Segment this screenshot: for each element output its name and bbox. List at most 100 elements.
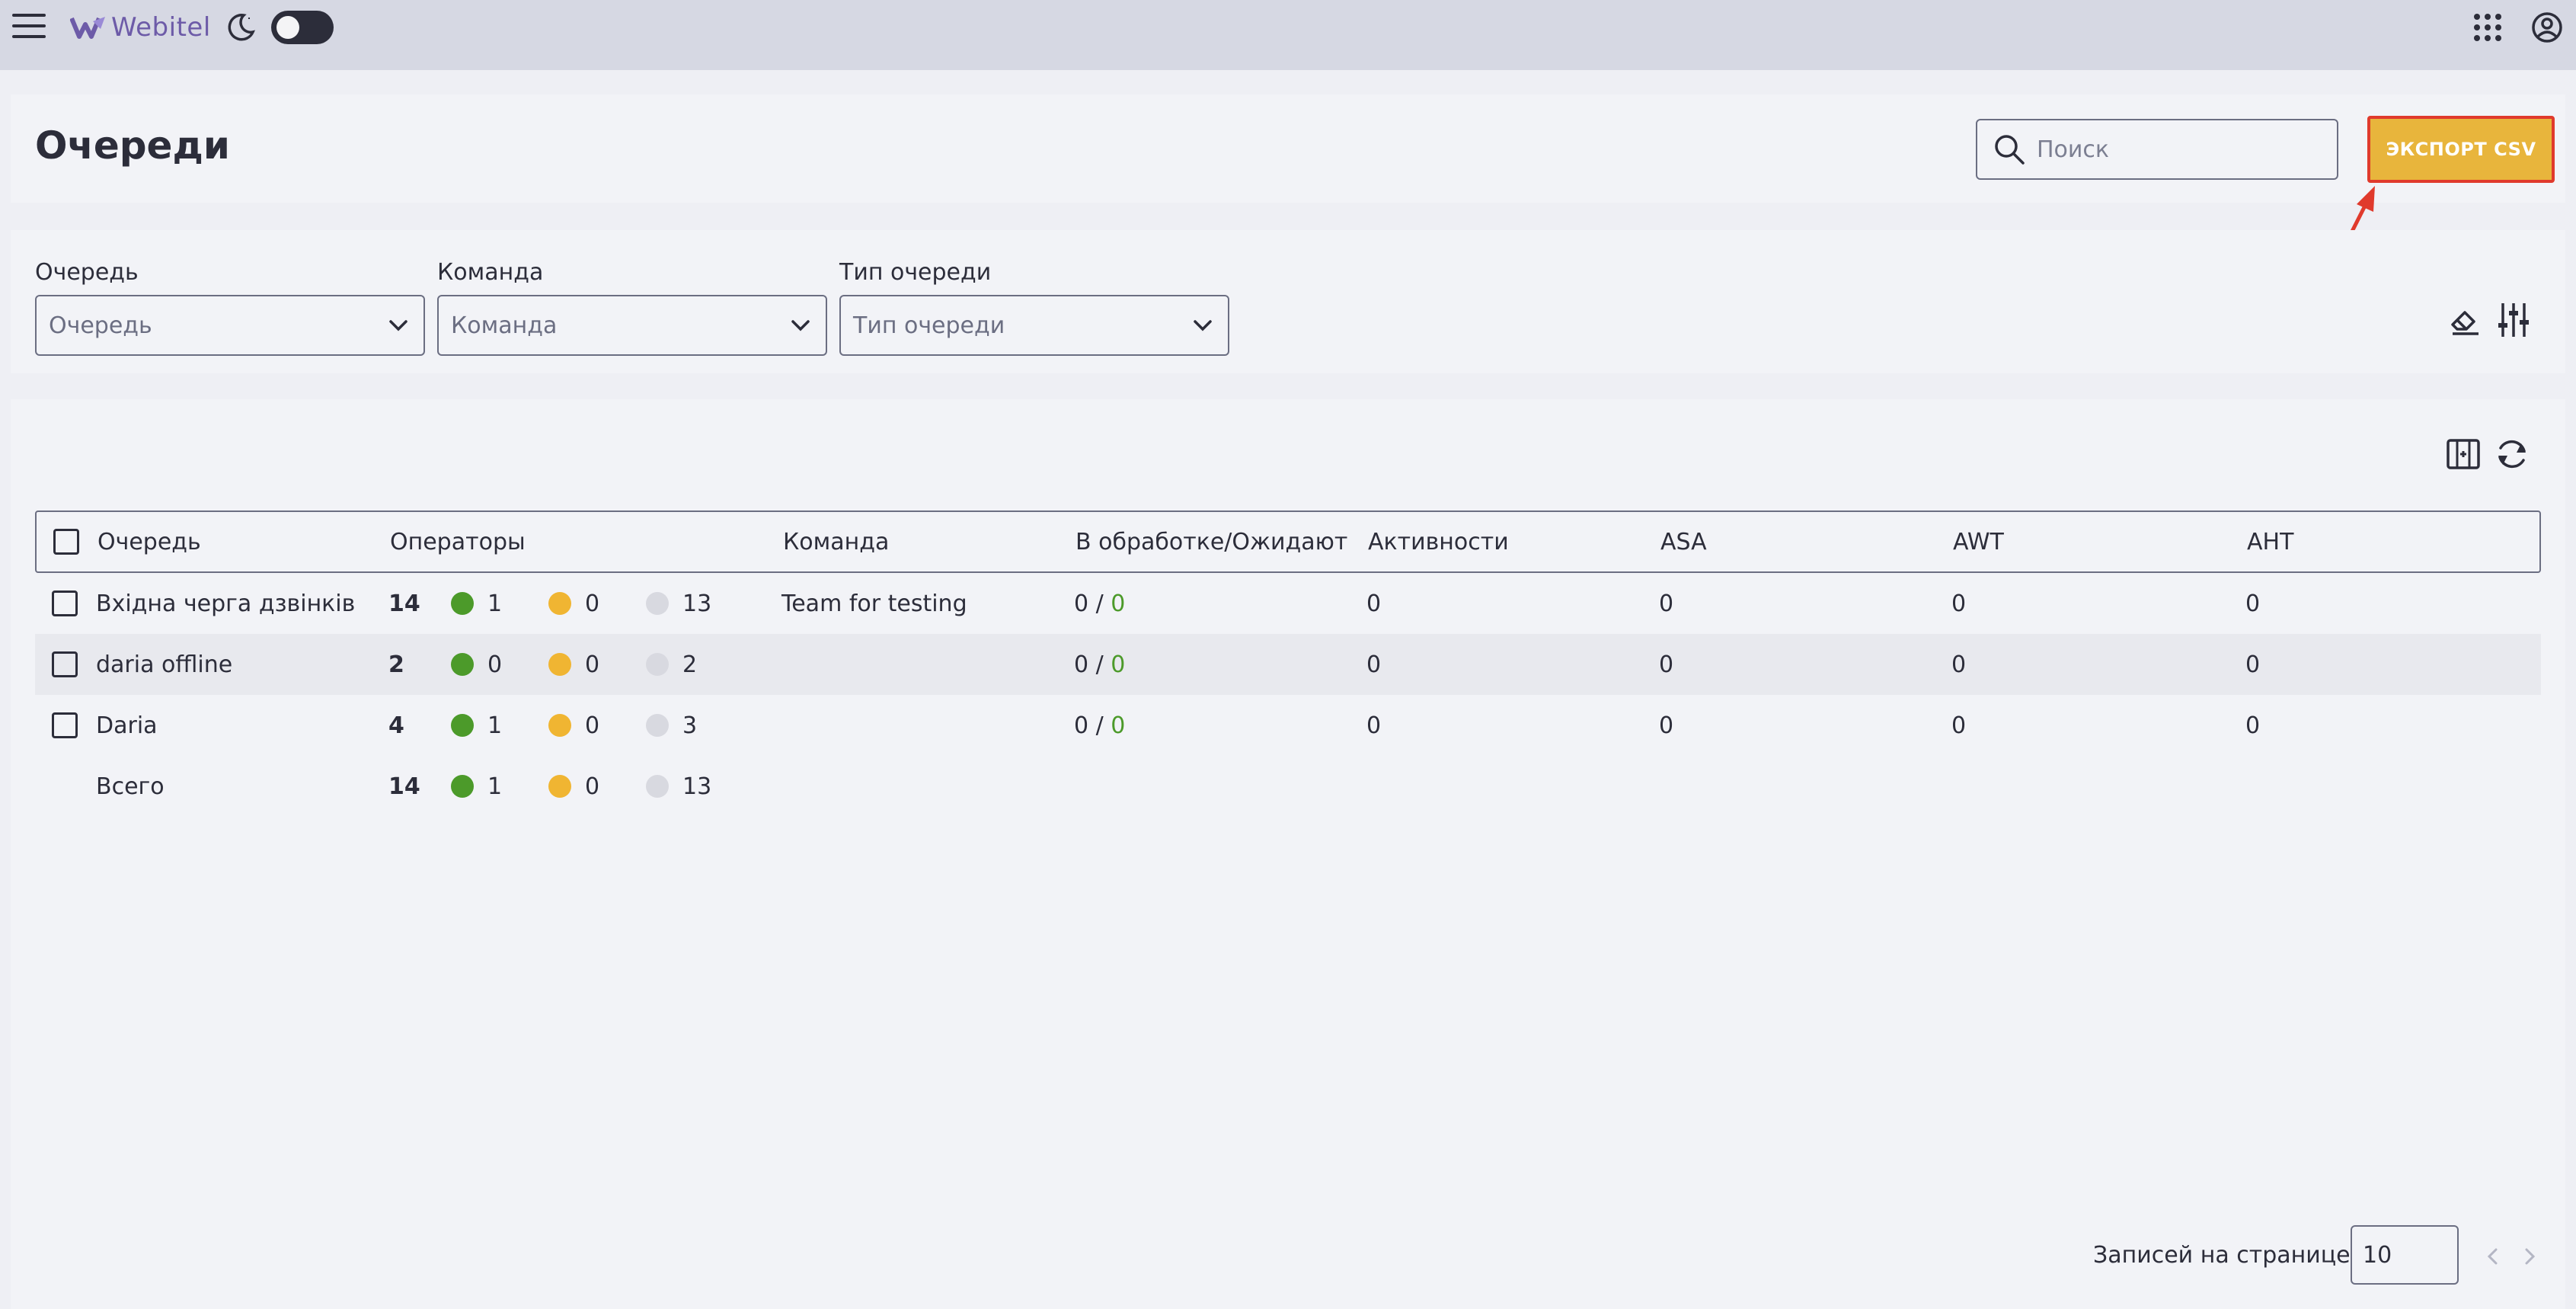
team-name: Team for testing	[781, 590, 967, 617]
filter-queue-select[interactable]: Очередь	[35, 295, 425, 356]
chevron-down-icon	[1194, 320, 1212, 331]
queue-name[interactable]: Daria	[96, 695, 158, 756]
queue-name[interactable]: Вхідна черга дзвінків	[96, 573, 355, 634]
dark-mode-moon-icon	[228, 14, 255, 41]
table-row[interactable]: Вхідна черга дзвінків 14 1 0 13 Team for…	[35, 573, 2541, 634]
filter-queue-type-select[interactable]: Тип очереди	[839, 295, 1229, 356]
aht-value: 0	[2245, 651, 2261, 678]
pause-status-dot	[548, 653, 571, 676]
online-status-dot	[451, 653, 474, 676]
operators-pause: 0	[585, 590, 600, 617]
summary-operators-pause: 0	[585, 773, 600, 800]
account-icon[interactable]	[2530, 11, 2564, 44]
online-status-dot	[451, 592, 474, 615]
waiting-count: 0	[1111, 712, 1126, 739]
asa-value: 0	[1659, 590, 1674, 617]
column-header-processing-waiting[interactable]: В обработке/Ожидают	[1075, 512, 1347, 571]
column-header-operators[interactable]: Операторы	[390, 512, 526, 571]
pause-status-dot	[548, 714, 571, 737]
table-row[interactable]: daria offline 2 0 0 2 0 / 0 0 0 0 0	[35, 634, 2541, 695]
filter-queue-placeholder: Очередь	[49, 312, 152, 339]
activities-value: 0	[1366, 651, 1382, 678]
page-header-panel: Очереди ЭКСПОРТ CSV	[11, 94, 2565, 203]
theme-toggle[interactable]	[271, 11, 334, 44]
filter-team-select[interactable]: Команда	[437, 295, 827, 356]
offline-status-dot	[646, 592, 669, 615]
summary-operators-total: 14	[388, 773, 420, 800]
select-all-checkbox[interactable]	[53, 529, 79, 555]
offline-status-dot	[646, 775, 669, 798]
app-logo-text: Webitel	[111, 12, 211, 43]
per-page-input[interactable]: 10	[2351, 1225, 2459, 1285]
column-header-queue[interactable]: Очередь	[97, 512, 201, 571]
page-title: Очереди	[35, 123, 230, 168]
processing-count: 0	[1074, 651, 1089, 678]
pause-status-dot	[548, 592, 571, 615]
queues-table: Очередь Операторы Команда В обработке/Ож…	[35, 510, 2541, 817]
offline-status-dot	[646, 653, 669, 676]
search-field[interactable]	[1976, 119, 2338, 180]
operators-online: 1	[487, 590, 503, 617]
filter-team-label: Команда	[437, 259, 544, 286]
filter-queue-type: Тип очереди Тип очереди	[839, 259, 1229, 356]
operators-total: 2	[388, 651, 404, 678]
column-header-asa[interactable]: ASA	[1660, 512, 1707, 571]
table-panel: Очередь Операторы Команда В обработке/Ож…	[11, 399, 2565, 1309]
activities-value: 0	[1366, 590, 1382, 617]
table-summary-row: Всего 14 1 0 13	[35, 756, 2541, 817]
app-logo[interactable]: Webitel	[70, 11, 211, 44]
eraser-icon[interactable]	[2448, 303, 2482, 337]
operators-pause: 0	[585, 651, 600, 678]
table-row[interactable]: Daria 4 1 0 3 0 / 0 0 0 0 0	[35, 695, 2541, 756]
column-header-awt[interactable]: AWT	[1953, 512, 2004, 571]
filter-queue-type-placeholder: Тип очереди	[853, 312, 1005, 339]
row-checkbox[interactable]	[52, 590, 78, 616]
filter-team-placeholder: Команда	[451, 312, 558, 339]
processing-count: 0	[1074, 712, 1089, 739]
table-header-row: Очередь Операторы Команда В обработке/Ож…	[35, 510, 2541, 573]
awt-value: 0	[1951, 590, 1967, 617]
operators-offline: 13	[682, 590, 712, 617]
processing-count: 0	[1074, 590, 1089, 617]
pause-status-dot	[548, 775, 571, 798]
webitel-logo-icon	[70, 17, 105, 39]
operators-online: 0	[487, 651, 503, 678]
queue-name[interactable]: daria offline	[96, 634, 232, 695]
operators-offline: 2	[682, 651, 698, 678]
online-status-dot	[451, 714, 474, 737]
search-input[interactable]	[2037, 136, 2326, 163]
chevron-down-icon	[791, 320, 810, 331]
operators-pause: 0	[585, 712, 600, 739]
column-header-aht[interactable]: AHT	[2247, 512, 2293, 571]
search-icon	[1995, 135, 2025, 165]
filter-queue: Очередь Очередь	[35, 259, 425, 356]
row-checkbox[interactable]	[52, 712, 78, 738]
summary-operators-online: 1	[487, 773, 503, 800]
aht-value: 0	[2245, 590, 2261, 617]
refresh-icon[interactable]	[2494, 436, 2530, 472]
export-csv-button[interactable]: ЭКСПОРТ CSV	[2367, 116, 2555, 183]
filter-queue-label: Очередь	[35, 259, 139, 286]
operators-total: 4	[388, 712, 404, 739]
summary-label: Всего	[96, 773, 165, 800]
column-header-team[interactable]: Команда	[783, 512, 889, 571]
per-page-label: Записей на странице:	[2093, 1242, 2358, 1269]
menu-icon[interactable]	[12, 14, 46, 41]
filters-panel: Очередь Очередь Команда Команда Тип очер…	[11, 230, 2565, 373]
expand-columns-icon[interactable]	[2445, 436, 2482, 472]
awt-value: 0	[1951, 712, 1967, 739]
asa-value: 0	[1659, 651, 1674, 678]
column-header-activities[interactable]: Активности	[1368, 512, 1509, 571]
operators-total: 14	[388, 590, 420, 617]
filter-team: Команда Команда	[437, 259, 827, 356]
awt-value: 0	[1951, 651, 1967, 678]
filter-queue-type-label: Тип очереди	[839, 259, 992, 286]
column-settings-sliders-icon[interactable]	[2497, 300, 2530, 340]
toggle-knob	[276, 16, 299, 39]
chevron-right-icon[interactable]	[2518, 1245, 2541, 1268]
online-status-dot	[451, 775, 474, 798]
chevron-left-icon[interactable]	[2482, 1245, 2504, 1268]
apps-grid-icon[interactable]	[2474, 14, 2501, 41]
row-checkbox[interactable]	[52, 651, 78, 677]
activities-value: 0	[1366, 712, 1382, 739]
